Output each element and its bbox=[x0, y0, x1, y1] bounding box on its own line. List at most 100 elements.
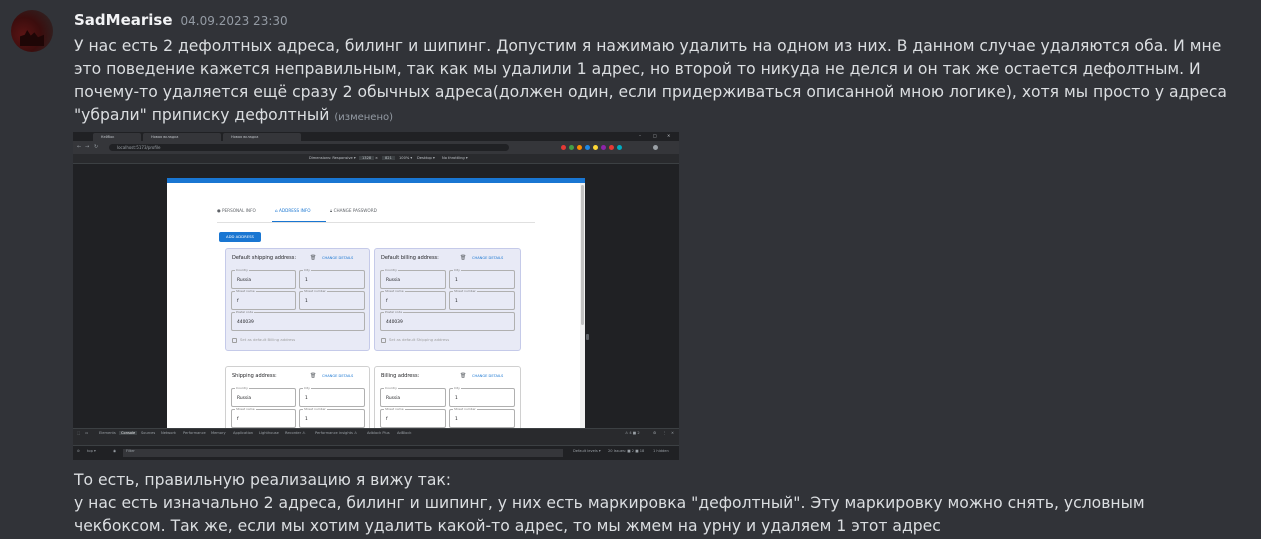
user-avatar[interactable] bbox=[11, 10, 53, 52]
forward-icon[interactable]: → bbox=[85, 144, 89, 150]
reload-icon[interactable]: ↻ bbox=[94, 144, 98, 150]
tabs-divider bbox=[217, 222, 535, 223]
minimize-icon[interactable]: – bbox=[639, 133, 641, 138]
tab-personal-info[interactable]: ● PERSONAL INFO bbox=[217, 208, 256, 213]
street-name-field[interactable]: Street name f bbox=[380, 407, 446, 428]
postal-code-field[interactable]: Postal code 440039 bbox=[231, 310, 365, 331]
street-name-field[interactable]: Street name f bbox=[231, 289, 296, 310]
street-name-field[interactable]: Street name f bbox=[231, 407, 296, 428]
browser-tab[interactable]: Кейбок bbox=[93, 133, 141, 141]
extension-icon[interactable] bbox=[617, 145, 622, 150]
username[interactable]: SadMearise bbox=[74, 11, 173, 29]
extension-icon[interactable] bbox=[577, 145, 582, 150]
street-number-field[interactable]: Street number 1 bbox=[299, 407, 365, 428]
dimensions-select[interactable]: Dimensions: Responsive ▾ bbox=[309, 156, 356, 160]
devtools-tab-lighthouse[interactable]: Lighthouse bbox=[259, 431, 279, 435]
message-line: То есть, правильную реализацию я вижу та… bbox=[74, 471, 452, 489]
street-number-field[interactable]: Street number 1 bbox=[299, 289, 365, 310]
console-filter-input[interactable]: Filter bbox=[123, 449, 563, 457]
device-select[interactable]: Desktop ▾ bbox=[417, 156, 435, 160]
trash-icon[interactable]: 🗑︎ bbox=[310, 373, 316, 379]
issues-counter[interactable]: 20 Issues: ■ 2 ■ 18 bbox=[608, 449, 644, 453]
street-number-field[interactable]: Street number 1 bbox=[449, 289, 515, 310]
trash-icon[interactable]: 🗑︎ bbox=[310, 255, 316, 261]
checkbox-box[interactable] bbox=[232, 337, 237, 343]
devtools-tab-performance-insights[interactable]: Performance insights ⚠ bbox=[315, 431, 357, 435]
more-icon[interactable]: ⋮ bbox=[663, 431, 667, 435]
tab-label: CHANGE PASSWORD bbox=[333, 208, 377, 213]
close-icon[interactable]: ✕ bbox=[667, 133, 670, 138]
change-details-button[interactable]: CHANGE DETAILS bbox=[472, 374, 503, 378]
extension-icon[interactable] bbox=[561, 145, 566, 150]
message-body: У нас есть 2 дефолтных адреса, билинг и … bbox=[74, 37, 1227, 124]
extension-icon[interactable] bbox=[585, 145, 590, 150]
country-field[interactable]: Country Russia bbox=[231, 268, 296, 289]
context-select[interactable]: top ▾ bbox=[87, 449, 96, 453]
viewport-resize-handle[interactable] bbox=[586, 334, 589, 340]
field-label: Country bbox=[235, 386, 249, 390]
profile-icon[interactable] bbox=[653, 145, 658, 150]
eye-icon[interactable]: ◉ bbox=[113, 449, 116, 453]
devtools-tab-elements[interactable]: Elements bbox=[99, 431, 116, 435]
inspect-icon[interactable]: ⬚ bbox=[77, 431, 80, 435]
devtools-tab-network[interactable]: Network bbox=[161, 431, 176, 435]
attached-screenshot[interactable]: Кейбок Новая вкладка Новая вкладка – □ ✕… bbox=[73, 132, 679, 460]
country-field[interactable]: Country Russia bbox=[380, 268, 446, 289]
add-address-button[interactable]: ADD ADDRESS bbox=[219, 232, 261, 242]
devtools-tab-memory[interactable]: Memory bbox=[211, 431, 226, 435]
message-text: То есть, правильную реализацию я вижу та… bbox=[74, 469, 1234, 538]
tab-address-info[interactable]: ⌂ ADDRESS INFO bbox=[275, 208, 311, 213]
card-title: Default billing address: bbox=[381, 255, 439, 261]
country-field[interactable]: Country Russia bbox=[380, 386, 446, 407]
field-value: Russia bbox=[386, 396, 401, 401]
extension-icon[interactable] bbox=[569, 145, 574, 150]
settings-icon[interactable]: ⚙ bbox=[653, 431, 656, 435]
default-billing-checkbox[interactable]: Set as default Billing address bbox=[232, 337, 295, 343]
page-scrollbar[interactable] bbox=[580, 183, 585, 429]
devtools-tab-recorder[interactable]: Recorder ⚠ bbox=[285, 431, 305, 435]
browser-tab[interactable]: Новая вкладка bbox=[223, 133, 301, 141]
country-field[interactable]: Country Russia bbox=[231, 386, 296, 407]
city-field[interactable]: City 1 bbox=[299, 268, 365, 289]
field-label: City bbox=[453, 386, 461, 390]
postal-code-field[interactable]: Postal code 440039 bbox=[380, 310, 515, 331]
street-name-field[interactable]: Street name f bbox=[380, 289, 446, 310]
change-details-button[interactable]: CHANGE DETAILS bbox=[322, 256, 353, 260]
checkbox-box[interactable] bbox=[381, 337, 386, 343]
devtools-tab-adblock[interactable]: AdBlock bbox=[397, 431, 411, 435]
devtools-tab-adblock-plus[interactable]: Adblock Plus bbox=[367, 431, 390, 435]
throttle-select[interactable]: No throttling ▾ bbox=[442, 156, 468, 160]
log-levels-select[interactable]: Default levels ▾ bbox=[573, 449, 601, 453]
close-devtools-icon[interactable]: ✕ bbox=[671, 431, 674, 435]
change-details-button[interactable]: CHANGE DETAILS bbox=[472, 256, 503, 260]
devtools-tab-performance[interactable]: Performance bbox=[183, 431, 206, 435]
devtools-issue-counts[interactable]: ⚠ 4 ■ 2 bbox=[625, 431, 640, 435]
maximize-icon[interactable]: □ bbox=[653, 133, 657, 138]
change-details-button[interactable]: CHANGE DETAILS bbox=[322, 374, 353, 378]
city-field[interactable]: City 1 bbox=[299, 386, 365, 407]
city-field[interactable]: City 1 bbox=[449, 386, 515, 407]
devtools-tab-console[interactable]: Console bbox=[119, 431, 138, 435]
trash-icon[interactable]: 🗑︎ bbox=[460, 373, 466, 379]
zoom-select[interactable]: 100% ▾ bbox=[399, 156, 412, 160]
checkbox-label: Set as default Shipping address bbox=[389, 337, 450, 342]
trash-icon[interactable]: 🗑︎ bbox=[460, 255, 466, 261]
width-input[interactable]: 1328 bbox=[359, 156, 375, 160]
city-field[interactable]: City 1 bbox=[449, 268, 515, 289]
extension-icon[interactable] bbox=[609, 145, 614, 150]
tab-change-password[interactable]: 🔒︎ CHANGE PASSWORD bbox=[330, 208, 377, 213]
extension-icon[interactable] bbox=[601, 145, 606, 150]
browser-tab[interactable]: Новая вкладка bbox=[143, 133, 221, 141]
street-number-field[interactable]: Street number 1 bbox=[449, 407, 515, 428]
scrollbar-thumb[interactable] bbox=[581, 185, 584, 325]
device-toggle-icon[interactable]: ▭ bbox=[85, 431, 88, 435]
extension-icon[interactable] bbox=[593, 145, 598, 150]
default-shipping-checkbox[interactable]: Set as default Shipping address bbox=[381, 337, 449, 343]
devtools-tab-application[interactable]: Application bbox=[233, 431, 253, 435]
field-label: Postal code bbox=[235, 310, 255, 314]
height-input[interactable]: 821 bbox=[382, 156, 395, 160]
back-icon[interactable]: ← bbox=[77, 144, 81, 150]
url-field[interactable]: localhost:5173/profile bbox=[109, 144, 509, 151]
clear-console-icon[interactable]: ⊘ bbox=[77, 449, 80, 453]
devtools-tab-sources[interactable]: Sources bbox=[141, 431, 155, 435]
